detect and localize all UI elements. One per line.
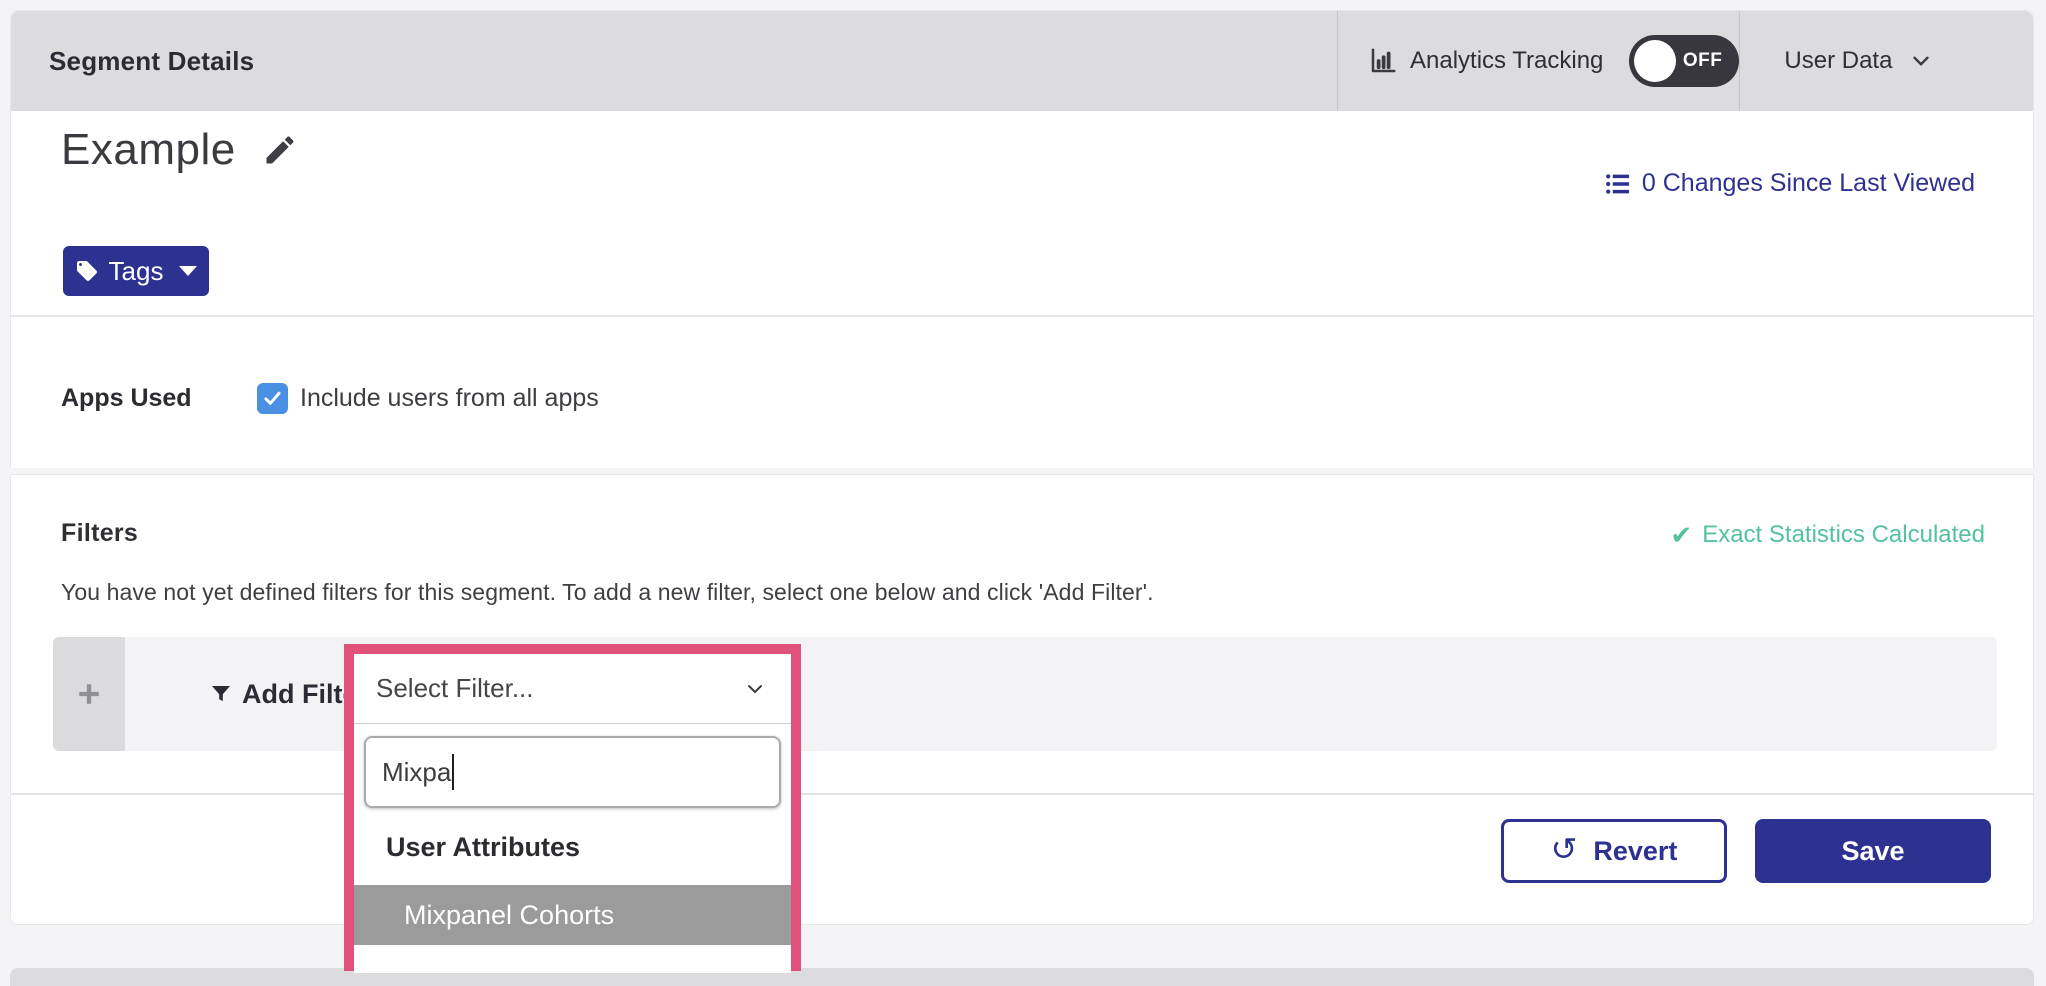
- checkmark-icon: [262, 388, 283, 409]
- filter-funnel-icon: [209, 682, 233, 706]
- filters-empty-message: You have not yet defined filters for thi…: [61, 579, 1154, 606]
- filter-select-highlight-box: Select Filter... Mixpa User Attributes M…: [344, 644, 801, 971]
- actions-divider: [11, 793, 2033, 795]
- revert-button[interactable]: ↺ Revert: [1501, 819, 1727, 883]
- changelog-list-icon: [1604, 170, 1632, 198]
- filter-select[interactable]: Select Filter...: [354, 654, 791, 724]
- text-cursor: [452, 754, 454, 790]
- chevron-down-icon: [743, 677, 767, 701]
- filters-heading: Filters: [61, 519, 138, 548]
- actions-row: ↺ Revert Save: [1501, 819, 1991, 883]
- plus-icon: [76, 681, 102, 707]
- filter-search-input[interactable]: Mixpa: [364, 736, 781, 808]
- changes-since-last-viewed-link[interactable]: 0 Changes Since Last Viewed: [1604, 169, 1975, 198]
- undo-icon: ↺: [1551, 833, 1578, 865]
- changes-link-label: 0 Changes Since Last Viewed: [1642, 169, 1975, 198]
- user-data-label: User Data: [1784, 47, 1892, 75]
- dropdown-option-mixpanel-cohorts[interactable]: Mixpanel Cohorts: [354, 885, 791, 945]
- filter-dropdown-list: Mixpa User Attributes Mixpanel Cohorts: [354, 736, 791, 973]
- bar-chart-icon: [1368, 46, 1398, 76]
- analytics-tracking-label: Analytics Tracking: [1410, 47, 1603, 75]
- section-divider: [11, 315, 2033, 317]
- toggle-knob: [1634, 40, 1676, 82]
- tags-button[interactable]: Tags: [63, 246, 209, 296]
- segment-details-page: Segment Details Analytics Tracking OFF U…: [0, 0, 2046, 986]
- save-button[interactable]: Save: [1755, 819, 1991, 883]
- apps-used-label: Apps Used: [61, 384, 257, 413]
- dropdown-group-header: User Attributes: [386, 832, 791, 863]
- next-section-header-bar: [10, 968, 2034, 986]
- add-filter-plus-button[interactable]: [53, 637, 125, 751]
- filter-select-value: Select Filter...: [376, 673, 534, 704]
- exact-statistics-label: Exact Statistics Calculated: [1702, 521, 1985, 549]
- page-title: Segment Details: [11, 11, 1337, 111]
- exact-statistics-badge: ✔ Exact Statistics Calculated: [1670, 521, 1985, 549]
- revert-button-label: Revert: [1593, 836, 1677, 867]
- analytics-tracking-section: Analytics Tracking OFF: [1337, 11, 1739, 111]
- segment-name: Example: [61, 125, 236, 175]
- filter-search-value: Mixpa: [382, 757, 451, 788]
- chevron-down-icon: [1908, 48, 1934, 74]
- edit-pencil-icon[interactable]: [262, 132, 298, 168]
- user-data-dropdown[interactable]: User Data: [1739, 11, 2033, 111]
- filters-card: Filters ✔ Exact Statistics Calculated Yo…: [10, 474, 2034, 925]
- include-all-apps-label: Include users from all apps: [300, 384, 599, 413]
- check-icon: ✔: [1670, 522, 1692, 548]
- caret-down-icon: [179, 266, 197, 276]
- segment-card: Segment Details Analytics Tracking OFF U…: [10, 10, 2034, 468]
- include-all-apps-checkbox[interactable]: [257, 383, 288, 414]
- page-header: Segment Details Analytics Tracking OFF U…: [11, 11, 2033, 111]
- segment-name-row: Example: [61, 125, 298, 175]
- tag-icon: [75, 259, 99, 283]
- tags-button-label: Tags: [109, 256, 164, 287]
- save-button-label: Save: [1841, 836, 1904, 867]
- analytics-tracking-toggle[interactable]: OFF: [1629, 35, 1739, 87]
- apps-used-row: Apps Used Include users from all apps: [61, 383, 599, 414]
- toggle-state-label: OFF: [1683, 35, 1723, 87]
